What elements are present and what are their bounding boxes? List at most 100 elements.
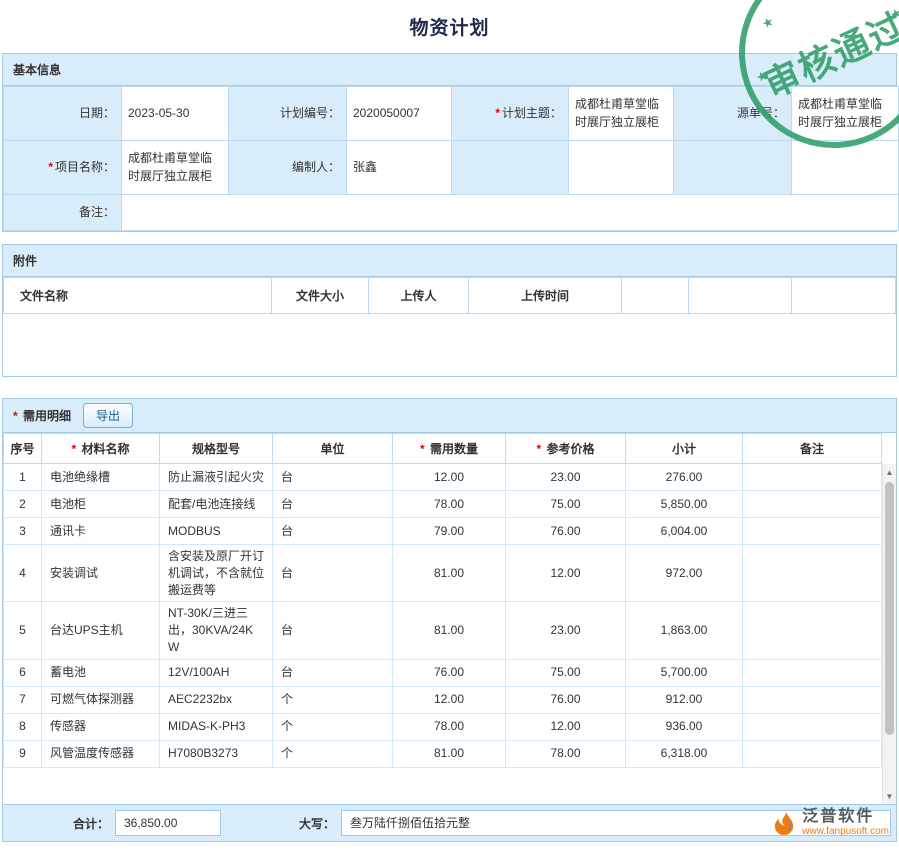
detail-scrollbar[interactable]: ▲ ▼ <box>882 464 896 804</box>
detail-row: 1电池绝缘槽防止漏液引起火灾台12.0023.00276.00 <box>4 464 882 491</box>
attachment-col-empty <box>792 278 896 314</box>
detail-cell-name: 安装调试 <box>42 545 160 602</box>
detail-cell-name: 传感器 <box>42 713 160 740</box>
brand-text-block: 泛普软件 www.fanpusoft.com <box>802 808 889 837</box>
detail-cell-subtotal: 1,863.00 <box>626 602 743 659</box>
detail-cell-qty: 81.00 <box>393 740 506 767</box>
empty-label-cell <box>674 141 792 195</box>
col-header-unit: 单位 <box>273 434 393 464</box>
detail-cell-name: 蓄电池 <box>42 659 160 686</box>
detail-cell-no: 5 <box>4 602 42 659</box>
creator-label: 编制人： <box>229 141 347 195</box>
detail-header-bar: * 需用明细 导出 <box>3 399 896 433</box>
basic-info-panel: 基本信息 日期： 2023-05-30 计划编号： 2020050007 *计划… <box>2 53 897 232</box>
detail-cell-remark <box>743 740 882 767</box>
detail-cell-subtotal: 936.00 <box>626 713 743 740</box>
detail-cell-price: 78.00 <box>506 740 626 767</box>
required-marker: * <box>495 106 500 120</box>
export-button[interactable]: 导出 <box>83 403 133 428</box>
attachment-col-empty <box>689 278 792 314</box>
col-header-remark: 备注 <box>743 434 882 464</box>
basic-info-row: 备注： <box>4 195 899 231</box>
section-title-attachments: 附件 <box>3 245 896 277</box>
basic-info-row: 日期： 2023-05-30 计划编号： 2020050007 *计划主题： 成… <box>4 87 899 141</box>
detail-cell-unit: 台 <box>273 464 393 491</box>
detail-cell-no: 1 <box>4 464 42 491</box>
caps-label: 大写： <box>293 815 341 832</box>
empty-value-cell <box>792 141 899 195</box>
detail-cell-qty: 12.00 <box>393 464 506 491</box>
detail-cell-unit: 个 <box>273 740 393 767</box>
detail-cell-no: 9 <box>4 740 42 767</box>
detail-cell-spec: 配套/电池连接线 <box>160 491 273 518</box>
detail-row: 6蓄电池12V/100AH台76.0075.005,700.00 <box>4 659 882 686</box>
detail-cell-qty: 79.00 <box>393 518 506 545</box>
project-label: *项目名称： <box>4 141 122 195</box>
detail-row: 4安装调试含安装及原厂开订机调试，不含就位搬运费等台81.0012.00972.… <box>4 545 882 602</box>
detail-cell-remark <box>743 659 882 686</box>
detail-cell-remark <box>743 545 882 602</box>
detail-cell-remark <box>743 518 882 545</box>
detail-cell-qty: 78.00 <box>393 491 506 518</box>
detail-cell-subtotal: 5,850.00 <box>626 491 743 518</box>
required-marker: * <box>420 442 425 456</box>
section-title-basic-info: 基本信息 <box>3 54 896 86</box>
attachment-col-uploadtime: 上传时间 <box>469 278 622 314</box>
detail-cell-remark <box>743 713 882 740</box>
plan-no-value: 2020050007 <box>347 87 452 141</box>
detail-row: 7可燃气体探测器AEC2232bx个12.0076.00912.00 <box>4 686 882 713</box>
detail-cell-qty: 12.00 <box>393 686 506 713</box>
attachment-col-uploader: 上传人 <box>369 278 469 314</box>
detail-cell-price: 12.00 <box>506 545 626 602</box>
detail-cell-spec: AEC2232bx <box>160 686 273 713</box>
attachment-col-empty <box>622 278 689 314</box>
detail-cell-price: 76.00 <box>506 686 626 713</box>
plan-no-label: 计划编号： <box>229 87 347 141</box>
scroll-thumb[interactable] <box>885 482 894 735</box>
detail-cell-no: 4 <box>4 545 42 602</box>
required-marker: * <box>13 409 18 423</box>
detail-cell-no: 2 <box>4 491 42 518</box>
attachments-header-row: 文件名称 文件大小 上传人 上传时间 <box>4 278 896 314</box>
attachments-empty-body <box>3 314 896 376</box>
detail-cell-unit: 个 <box>273 686 393 713</box>
scroll-up-button[interactable]: ▲ <box>883 464 896 480</box>
detail-cell-remark <box>743 491 882 518</box>
scroll-track[interactable] <box>883 480 896 788</box>
detail-footer: 合计： 36,850.00 大写： 叁万陆仟捌佰伍拾元整 泛普软件 www.fa… <box>3 804 896 841</box>
scroll-down-button[interactable]: ▼ <box>883 788 896 804</box>
page-title: 物资计划 <box>0 0 899 40</box>
detail-cell-remark <box>743 464 882 491</box>
detail-row: 3通讯卡MODBUS台79.0076.006,004.00 <box>4 518 882 545</box>
detail-grid: 序号 * 材料名称 规格型号 单位 * 需用数量 * 参考价格 小计 备注 1电… <box>3 433 896 804</box>
col-header-spec: 规格型号 <box>160 434 273 464</box>
detail-cell-name: 通讯卡 <box>42 518 160 545</box>
detail-cell-name: 可燃气体探测器 <box>42 686 160 713</box>
detail-cell-remark <box>743 686 882 713</box>
detail-cell-unit: 台 <box>273 602 393 659</box>
detail-cell-unit: 台 <box>273 545 393 602</box>
detail-cell-unit: 台 <box>273 659 393 686</box>
attachments-table: 文件名称 文件大小 上传人 上传时间 <box>3 277 896 314</box>
detail-cell-remark <box>743 602 882 659</box>
brand-name: 泛普软件 <box>802 808 889 826</box>
detail-table-body: 1电池绝缘槽防止漏液引起火灾台12.0023.00276.002电池柜配套/电池… <box>4 464 882 768</box>
basic-info-table: 日期： 2023-05-30 计划编号： 2020050007 *计划主题： 成… <box>3 86 899 231</box>
source-value: 成都杜甫草堂临时展厅独立展柜 <box>792 87 899 141</box>
total-label: 合计： <box>5 815 115 832</box>
required-marker: * <box>48 160 53 174</box>
attachment-col-filename: 文件名称 <box>4 278 272 314</box>
detail-row: 2电池柜配套/电池连接线台78.0075.005,850.00 <box>4 491 882 518</box>
detail-cell-qty: 78.00 <box>393 713 506 740</box>
required-marker: * <box>536 442 541 456</box>
date-label: 日期： <box>4 87 122 141</box>
detail-cell-spec: 12V/100AH <box>160 659 273 686</box>
detail-cell-qty: 81.00 <box>393 545 506 602</box>
detail-cell-name: 风管温度传感器 <box>42 740 160 767</box>
detail-cell-price: 23.00 <box>506 464 626 491</box>
detail-cell-spec: H7080B3273 <box>160 740 273 767</box>
detail-cell-unit: 台 <box>273 518 393 545</box>
detail-cell-spec: NT-30K/三进三出，30KVA/24KW <box>160 602 273 659</box>
empty-label-cell <box>452 141 569 195</box>
detail-cell-name: 电池柜 <box>42 491 160 518</box>
